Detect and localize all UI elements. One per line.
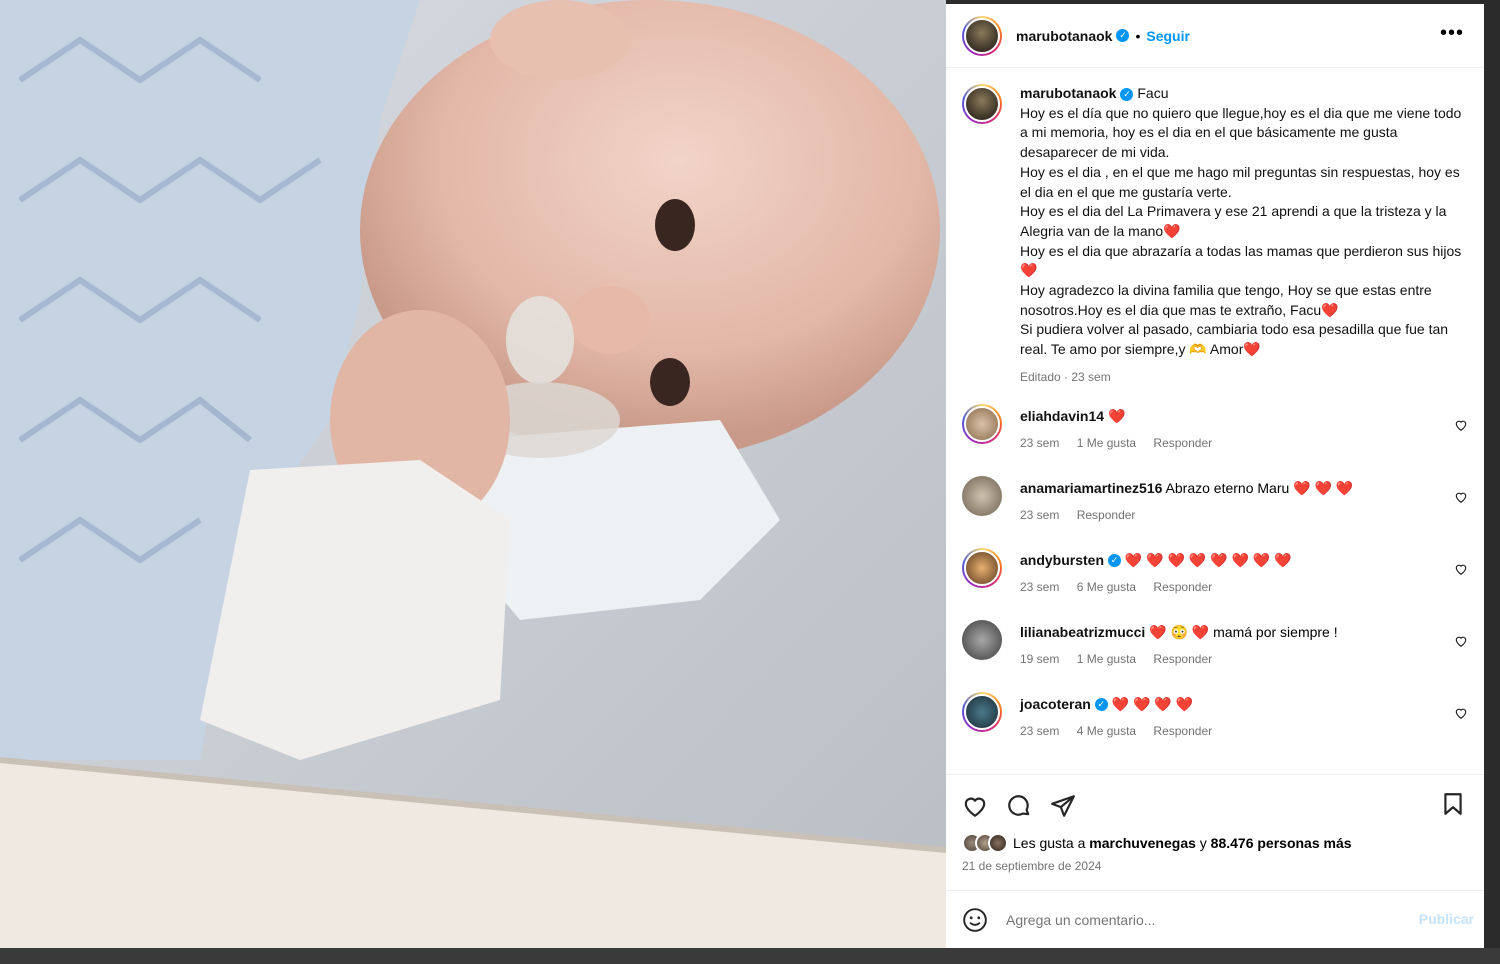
reply-button[interactable]: Responder — [1153, 580, 1212, 594]
comment-text: ❤️ ❤️ ❤️ ❤️ — [1111, 695, 1194, 712]
comment-bubble-icon[interactable] — [1006, 793, 1032, 819]
comment-item: joacoteran ✓ ❤️ ❤️ ❤️ ❤️ 23 sem 4 Me gust… — [946, 684, 1484, 756]
comment-text: ❤️ 😳 ❤️ mamá por siempre ! — [1149, 623, 1338, 640]
likes-count[interactable]: 88.476 personas más — [1211, 835, 1352, 851]
reply-button[interactable]: Responder — [1153, 436, 1212, 450]
comment-likes[interactable]: 6 Me gusta — [1077, 580, 1136, 594]
post-actions: Les gusta a marchuvenegas y 88.476 perso… — [946, 774, 1484, 873]
verified-badge-icon: ✓ — [1094, 698, 1108, 712]
caption-line: Facu — [1137, 85, 1169, 101]
comments-list[interactable]: eliahdavin14 ❤️ 23 sem 1 Me gusta Respon… — [946, 396, 1484, 756]
caption-line: Hoy agradezco la divina familia que teng… — [1020, 282, 1432, 318]
comment-item: anamariamartinez516 Abrazo eterno Maru ❤… — [946, 468, 1484, 540]
baby-photo-illustration — [0, 0, 946, 948]
verified-badge-icon: ✓ — [1120, 87, 1134, 101]
commenter-avatar[interactable] — [962, 547, 1002, 588]
commenter-avatar[interactable] — [962, 475, 1002, 516]
liker-avatar — [988, 833, 1008, 853]
reply-button[interactable]: Responder — [1153, 652, 1212, 666]
caption-username[interactable]: marubotanaok — [1020, 85, 1116, 101]
commenter-username[interactable]: anamariamartinez516 — [1020, 480, 1162, 496]
heart-outline-icon[interactable] — [1454, 418, 1468, 432]
likes-prefix: Les gusta a — [1013, 835, 1090, 851]
heart-outline-icon[interactable] — [1454, 490, 1468, 504]
comment-time[interactable]: 23 sem — [1020, 436, 1059, 450]
like-heart-icon[interactable] — [962, 793, 988, 819]
heart-outline-icon[interactable] — [1454, 562, 1468, 576]
reply-button[interactable]: Responder — [1077, 508, 1136, 522]
comment-likes[interactable]: 1 Me gusta — [1077, 436, 1136, 450]
post-photo[interactable] — [0, 0, 946, 948]
comment-text: Abrazo eterno Maru ❤️ ❤️ ❤️ — [1165, 479, 1354, 496]
comment-item: lilianabeatrizmucci ❤️ 😳 ❤️ mamá por sie… — [946, 612, 1484, 684]
commenter-username[interactable]: andybursten — [1020, 552, 1104, 568]
add-comment-bar: Publicar — [946, 890, 1484, 948]
caption-edited-time: Editado · 23 sem — [1020, 369, 1111, 384]
post-side-panel: marubotanaok ✓ • Seguir ••• marubotanaok… — [946, 4, 1484, 948]
separator-dot: • — [1135, 27, 1141, 44]
verified-badge-icon: ✓ — [1116, 29, 1130, 42]
comment-item: eliahdavin14 ❤️ 23 sem 1 Me gusta Respon… — [946, 396, 1484, 468]
verified-badge-icon: ✓ — [1108, 554, 1122, 568]
liker-username[interactable]: marchuvenegas — [1089, 835, 1196, 851]
reply-button[interactable]: Responder — [1153, 724, 1212, 738]
comment-likes[interactable]: 4 Me gusta — [1077, 724, 1136, 738]
commenter-avatar[interactable] — [962, 403, 1002, 444]
publish-button[interactable]: Publicar — [1419, 911, 1474, 927]
commenter-username[interactable]: eliahdavin14 — [1020, 408, 1104, 424]
caption-line: Hoy es el dia que abrazaría a todas las … — [1020, 242, 1462, 279]
save-bookmark-icon[interactable] — [1440, 791, 1466, 817]
follow-button[interactable]: Seguir — [1146, 28, 1190, 44]
commenter-username[interactable]: joacoteran — [1020, 696, 1091, 712]
author-avatar[interactable] — [962, 15, 1002, 56]
caption-line: Si pudiera volver al pasado, cambiaria t… — [1020, 321, 1449, 358]
comment-time[interactable]: 23 sem — [1020, 724, 1059, 738]
background-thumbnail-strip — [0, 948, 1500, 964]
caption-line: Hoy es el dia , en el que me hago mil pr… — [1020, 163, 1460, 200]
commenter-avatar[interactable] — [962, 619, 1002, 660]
caption-line: Hoy es el día que no quiero que llegue,h… — [1020, 104, 1462, 161]
instagram-post-viewer: marubotanaok ✓ • Seguir ••• marubotanaok… — [0, 0, 1500, 964]
heart-outline-icon[interactable] — [1454, 634, 1468, 648]
post-header: marubotanaok ✓ • Seguir ••• — [946, 4, 1484, 68]
emoji-smiley-icon[interactable] — [962, 907, 988, 933]
comment-text: ❤️ — [1107, 407, 1126, 424]
author-username[interactable]: marubotanaok — [1016, 28, 1112, 44]
post-date[interactable]: 21 de septiembre de 2024 — [946, 855, 1484, 873]
caption-line: Hoy es el dia del La Primavera y ese 21 … — [1020, 203, 1447, 239]
comment-likes[interactable]: 1 Me gusta — [1077, 652, 1136, 666]
comment-time[interactable]: 19 sem — [1020, 652, 1059, 666]
comment-time[interactable]: 23 sem — [1020, 508, 1059, 522]
likes-middle: y — [1195, 835, 1211, 851]
commenter-username[interactable]: lilianabeatrizmucci — [1020, 624, 1145, 640]
comment-time[interactable]: 23 sem — [1020, 580, 1059, 594]
share-send-icon[interactable] — [1050, 793, 1076, 819]
comment-input[interactable] — [1006, 911, 1386, 928]
commenter-avatar[interactable] — [962, 691, 1002, 732]
more-options-icon[interactable]: ••• — [1440, 22, 1464, 45]
comment-text: ❤️ ❤️ ❤️ ❤️ ❤️ ❤️ ❤️ ❤️ — [1124, 551, 1292, 568]
caption-author-avatar[interactable] — [962, 84, 1002, 124]
heart-outline-icon[interactable] — [1454, 706, 1468, 720]
post-caption: marubotanaok ✓ Facu Hoy es el día que no … — [946, 68, 1484, 396]
likes-summary: Les gusta a marchuvenegas y 88.476 perso… — [946, 831, 1484, 855]
comment-item: andybursten ✓ ❤️ ❤️ ❤️ ❤️ ❤️ ❤️ ❤️ ❤️ 23 … — [946, 540, 1484, 612]
